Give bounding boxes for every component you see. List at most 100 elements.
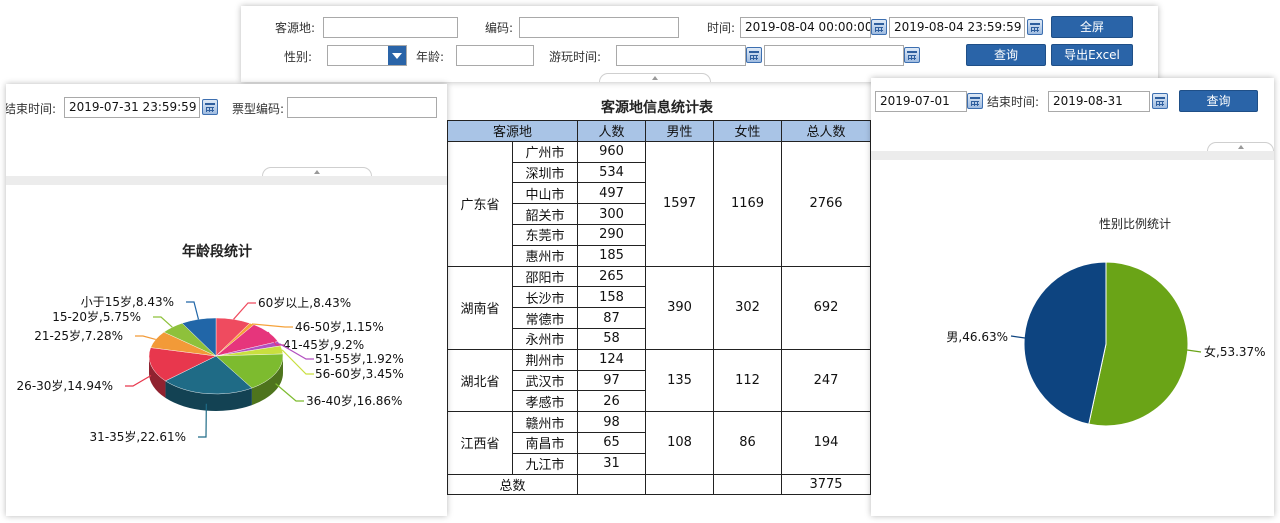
chevron-down-icon[interactable] [388,46,406,65]
pie-slice [1023,261,1107,425]
pie-label: 男,46.63% [946,330,1008,344]
city-cell: 深圳市 [512,161,578,184]
city-cell: 中山市 [512,182,578,205]
header-male: 男性 [645,120,714,142]
time-end-input[interactable]: 2019-08-04 23:59:59 [889,17,1025,38]
table-row: 湖北省 荆州市 124 135 112 247 [447,348,871,413]
city-count-cell: 87 [577,307,646,329]
source-input[interactable] [323,17,458,38]
male-cell: 390 [645,265,714,350]
empty-cell [577,473,646,496]
city-cell: 常德市 [512,307,578,329]
pie-label: 15-20岁,5.75% [52,309,141,324]
pie-label: 51-55岁,1.92% [315,351,404,366]
pie-label: 56-60岁,3.45% [315,366,404,381]
city-count-cell: 534 [577,161,646,184]
city-cell: 邵阳市 [512,265,578,288]
city-count-cell: 290 [577,223,646,246]
city-cell: 九江市 [512,452,578,475]
code-input[interactable] [519,17,679,38]
export-excel-button[interactable]: 导出Excel [1051,44,1133,66]
pie-label: 女,53.37% [1204,344,1266,359]
city-cell: 荆州市 [512,348,578,371]
table-title: 客源地信息统计表 [601,100,713,116]
time-label: 时间: [707,21,736,35]
header-female: 女性 [713,120,782,142]
male-cell: 108 [645,411,714,475]
top-filter-panel: 客源地: 编码: 时间: 2019-08-04 00:00:00 2019-08… [241,6,1158,82]
calendar-icon[interactable] [904,47,920,63]
city-count-cell: 124 [577,348,646,371]
pie-label: 21-25岁,7.28% [34,328,123,343]
pie-leader-line [186,301,200,320]
header-count: 人数 [577,120,646,142]
female-cell: 302 [713,265,782,350]
collapse-toggle[interactable] [599,73,711,82]
female-cell: 1169 [713,140,782,267]
group-total-cell: 692 [781,265,871,350]
pie-label: 小于15岁,8.43% [81,294,174,309]
table-row: 湖南省 邵阳市 265 390 302 692 [447,265,871,350]
gender-pie-chart: 女,53.37% 男,46.63% [946,261,1266,427]
grand-total-cell: 3775 [781,473,871,496]
city-count-cell: 26 [577,390,646,413]
city-count-cell: 960 [577,140,646,163]
male-cell: 1597 [645,140,714,267]
province-cell: 广东省 [447,140,513,267]
province-cell: 湖南省 [447,265,513,350]
calendar-icon[interactable] [871,19,887,35]
city-count-cell: 265 [577,265,646,288]
calendar-icon[interactable] [746,47,762,63]
city-count-cell: 300 [577,203,646,225]
pie-leader-line [125,374,152,387]
pie-leader-line [135,335,156,341]
total-label-cell: 总数 [447,473,578,496]
pie-label: 60岁以上,8.43% [258,295,351,310]
pie-leader-line [153,316,173,328]
city-count-cell: 158 [577,286,646,309]
pie-label: 31-35岁,22.61% [90,429,186,444]
city-cell: 韶关市 [512,203,578,225]
province-cell: 湖北省 [447,348,513,413]
table-header-row: 客源地 人数 男性 女性 总人数 [447,120,871,142]
gender-label: 性别: [284,50,313,64]
city-count-cell: 58 [577,327,646,350]
city-cell: 东莞市 [512,223,578,246]
city-cell: 广州市 [512,140,578,163]
pie-leader-line [1010,335,1026,339]
group-total-cell: 247 [781,348,871,413]
city-cell: 惠州市 [512,244,578,267]
pie-label: 41-45岁,9.2% [283,337,364,352]
city-cell: 长沙市 [512,286,578,309]
table-total-row: 总数 3775 [447,473,871,496]
pie-leader-line [1186,349,1202,353]
city-cell: 武汉市 [512,369,578,392]
header-total: 总人数 [781,120,871,142]
play-time-end-input[interactable] [764,45,904,66]
female-cell: 86 [713,411,782,475]
pie-label: 36-40岁,16.86% [306,393,402,408]
age-pie-chart: 60岁以上,8.43% 46-50岁,1.15% 41-45岁,9.2%51-55岁… [17,294,404,444]
city-count-cell: 31 [577,452,646,475]
pie-leader-line [233,302,256,320]
fullscreen-button[interactable]: 全屏 [1051,16,1133,38]
pie-leader-line [275,383,304,402]
city-cell: 南昌市 [512,431,578,454]
source-label: 客源地: [275,21,316,35]
pie-leader-line [281,349,314,375]
age-input[interactable] [456,45,534,66]
play-time-label: 游玩时间: [549,50,602,64]
city-count-cell: 65 [577,431,646,454]
city-count-cell: 98 [577,411,646,433]
play-time-start-input[interactable] [616,45,746,66]
calendar-icon[interactable] [1027,19,1043,35]
group-total-cell: 194 [781,411,871,475]
pie-label: 46-50岁,1.15% [295,319,384,334]
city-cell: 孝感市 [512,390,578,413]
time-start-input[interactable]: 2019-08-04 00:00:00 [740,17,871,38]
age-chart-panel: 结束时间: 2019-07-31 23:59:59 票型编码: 年龄段统计 60… [6,84,447,516]
city-cell: 赣州市 [512,411,578,433]
query-button[interactable]: 查询 [966,44,1046,66]
female-cell: 112 [713,348,782,413]
province-cell: 江西省 [447,411,513,475]
